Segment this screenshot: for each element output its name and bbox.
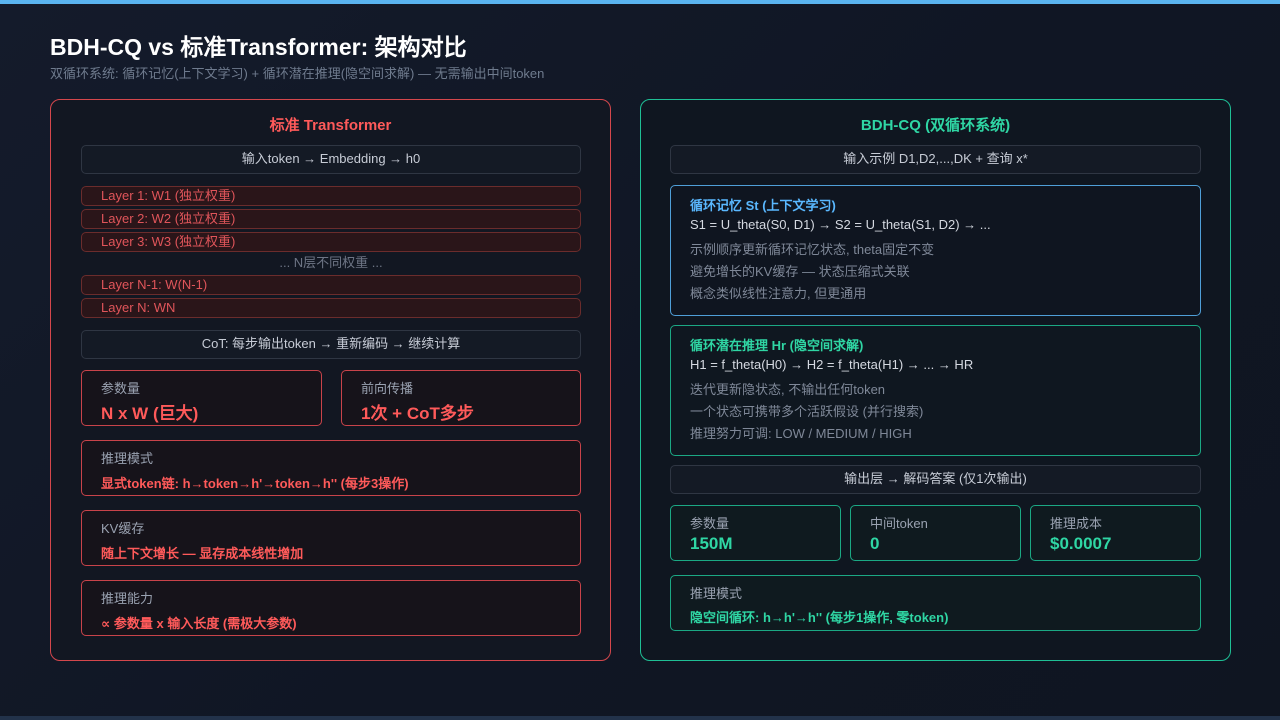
bottom-accent-bar — [0, 716, 1280, 720]
bdh-param-count-label: 参数量 — [690, 516, 730, 531]
bdh-reasoning-mode-label: 推理模式 — [690, 586, 743, 601]
forward-pass-label: 前向传播 — [361, 381, 414, 396]
top-accent-bar — [0, 0, 1280, 4]
reasoning-ability-value: ∝ 参数量 x 输入长度 (需极大参数) — [101, 616, 297, 631]
param-count-label: 参数量 — [101, 381, 141, 396]
kv-cache-label: KV缓存 — [101, 521, 145, 536]
recurrent-memory-note: 概念类似线性注意力, 但更通用 — [690, 286, 867, 301]
forward-pass-card: 前向传播 1次 + CoT多步 — [341, 370, 581, 426]
latent-reasoning-note: 迭代更新隐状态, 不输出任何token — [690, 382, 886, 397]
bdh-reasoning-mode-card: 推理模式 隐空间循环: h→h'→h'' (每步1操作, 零token) — [670, 575, 1201, 631]
param-count-value: N x W (巨大) — [101, 404, 199, 423]
reasoning-ability-card: 推理能力 ∝ 参数量 x 输入长度 (需极大参数) — [81, 580, 581, 636]
reasoning-mode-label: 推理模式 — [101, 451, 154, 466]
recurrent-memory-formula: S1 = U_theta(S0, D1) → S2 = U_theta(S1, … — [690, 217, 991, 232]
reasoning-mode-value: 显式token链: h→token→h'→token→h'' (每步3操作) — [101, 476, 409, 491]
bdh-param-count-card: 参数量 150M — [670, 505, 841, 561]
intermediate-token-label: 中间token — [870, 516, 928, 531]
transformer-panel: 标准 Transformer 输入token → Embedding → h0 … — [50, 99, 611, 661]
forward-pass-value: 1次 + CoT多步 — [361, 404, 474, 423]
reasoning-mode-card: 推理模式 显式token链: h→token→h'→token→h'' (每步3… — [81, 440, 581, 496]
latent-reasoning-formula: H1 = f_theta(H0) → H2 = f_theta(H1) → ..… — [690, 357, 974, 372]
layer-3: Layer 3: W3 (独立权重) — [81, 232, 581, 252]
bdh-cq-panel: BDH-CQ (双循环系统) 输入示例 D1,D2,...,DK + 查询 x*… — [640, 99, 1231, 661]
transformer-panel-title: 标准 Transformer — [269, 117, 392, 134]
kv-cache-value: 随上下文增长 — 显存成本线性增加 — [101, 546, 304, 561]
recurrent-memory-section: 循环记忆 St (上下文学习) S1 = U_theta(S0, D1) → S… — [670, 185, 1201, 316]
cot-flow: CoT: 每步输出token → 重新编码 → 继续计算 — [81, 330, 581, 359]
page-title: BDH-CQ vs 标准Transformer: 架构对比 — [50, 34, 467, 60]
recurrent-memory-note: 示例顺序更新循环记忆状态, theta固定不变 — [690, 242, 935, 257]
inference-cost-label: 推理成本 — [1050, 516, 1103, 531]
bdh-input-flow: 输入示例 D1,D2,...,DK + 查询 x* — [670, 145, 1201, 174]
latent-reasoning-note: 一个状态可携带多个活跃假设 (并行搜索) — [690, 404, 924, 419]
layer-n-minus-1: Layer N-1: W(N-1) — [81, 275, 581, 295]
bdh-cq-panel-title: BDH-CQ (双循环系统) — [860, 117, 1011, 134]
output-layer-flow: 输出层 → 解码答案 (仅1次输出) — [670, 465, 1201, 494]
layer-n: Layer N: WN — [81, 298, 581, 318]
intermediate-token-value: 0 — [870, 534, 880, 553]
inference-cost-value: $0.0007 — [1050, 534, 1112, 553]
layer-2: Layer 2: W2 (独立权重) — [81, 209, 581, 229]
bdh-param-count-value: 150M — [690, 534, 733, 553]
recurrent-memory-title: 循环记忆 St (上下文学习) — [690, 198, 836, 213]
layers-ellipsis: ... N层不同权重 ... — [279, 255, 383, 270]
reasoning-ability-label: 推理能力 — [101, 591, 154, 606]
latent-reasoning-section: 循环潜在推理 Hr (隐空间求解) H1 = f_theta(H0) → H2 … — [670, 325, 1201, 456]
kv-cache-card: KV缓存 随上下文增长 — 显存成本线性增加 — [81, 510, 581, 566]
transformer-input-flow: 输入token → Embedding → h0 — [81, 145, 581, 174]
inference-cost-card: 推理成本 $0.0007 — [1030, 505, 1201, 561]
page-subtitle: 双循环系统: 循环记忆(上下文学习) + 循环潜在推理(隐空间求解) — 无需输… — [50, 66, 545, 81]
latent-reasoning-note: 推理努力可调: LOW / MEDIUM / HIGH — [690, 426, 912, 441]
param-count-card: 参数量 N x W (巨大) — [81, 370, 322, 426]
layer-1: Layer 1: W1 (独立权重) — [81, 186, 581, 206]
recurrent-memory-note: 避免增长的KV缓存 — 状态压缩式关联 — [690, 264, 910, 279]
bdh-reasoning-mode-value: 隐空间循环: h→h'→h'' (每步1操作, 零token) — [690, 610, 949, 625]
intermediate-token-card: 中间token 0 — [850, 505, 1021, 561]
latent-reasoning-title: 循环潜在推理 Hr (隐空间求解) — [690, 338, 864, 353]
